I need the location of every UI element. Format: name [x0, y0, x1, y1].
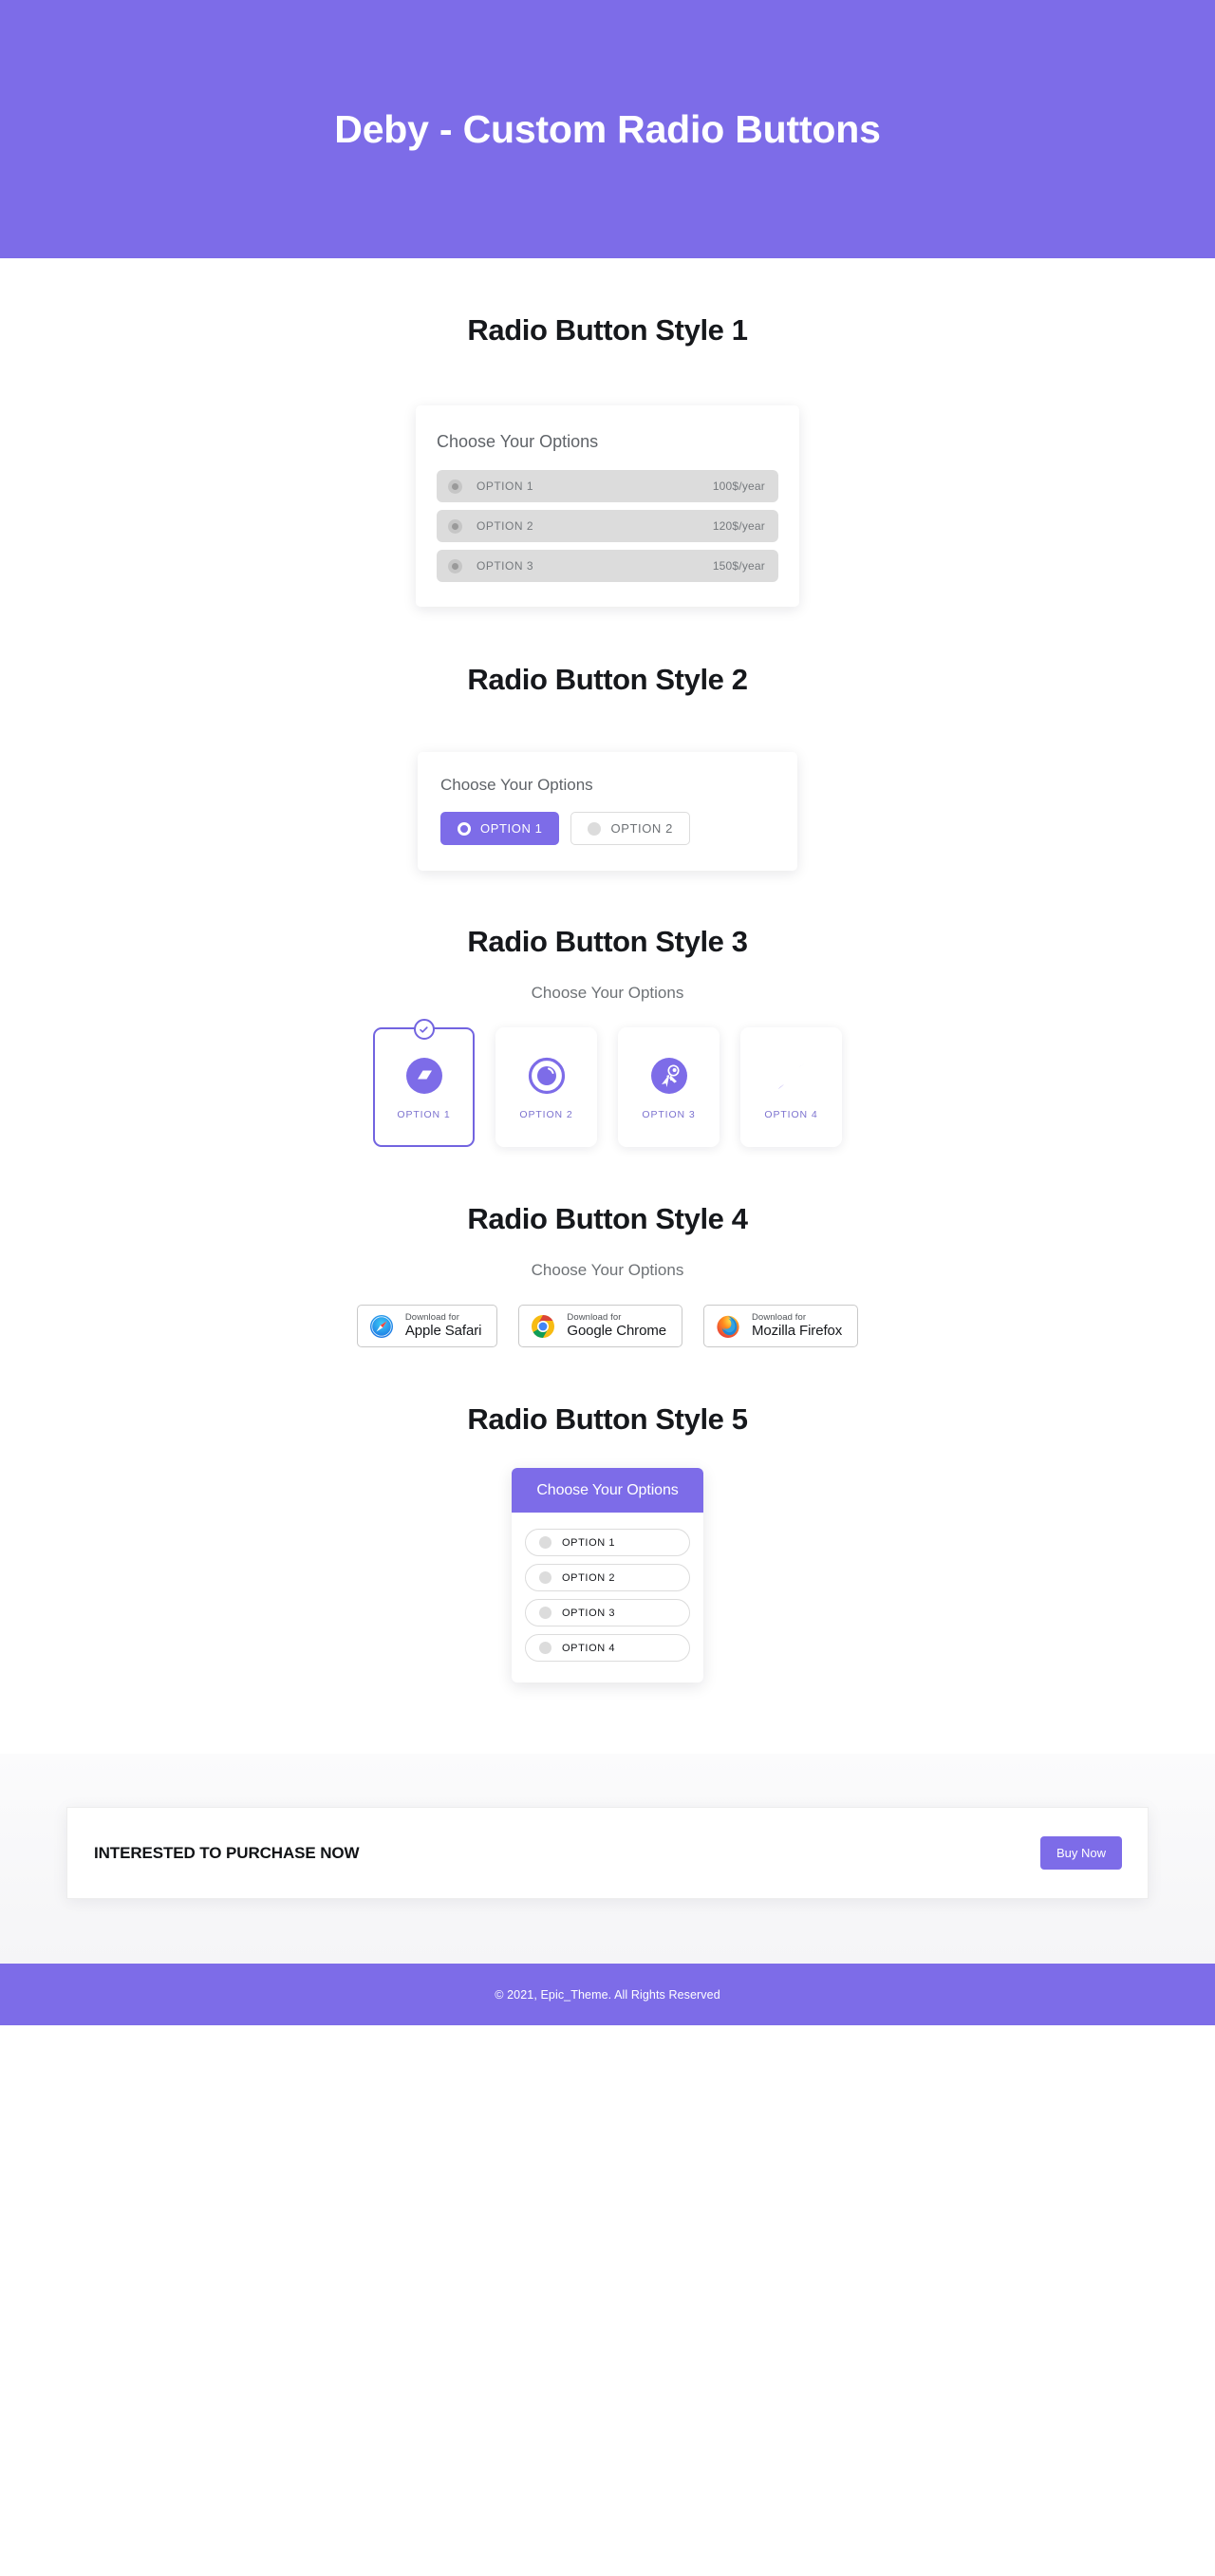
radio-dot-icon	[539, 1536, 551, 1549]
style-2-option-selected[interactable]: OPTION 1	[440, 812, 560, 845]
section-title-style-4: Radio Button Style 4	[467, 1202, 748, 1235]
style-2-option[interactable]: OPTION 2	[570, 812, 690, 845]
section-title-style-3: Radio Button Style 3	[467, 925, 748, 958]
style-4-option-small: Download for	[751, 1311, 807, 1323]
style-3-subtitle: Choose Your Options	[531, 984, 684, 1002]
style-1-option-row[interactable]: OPTION 2 120$/year	[437, 510, 778, 542]
astronaut-badge-icon	[648, 1055, 690, 1097]
section-title-style-2: Radio Button Style 2	[467, 663, 748, 696]
style-2-option-label: OPTION 2	[610, 821, 673, 836]
style-1-option-label: OPTION 3	[477, 559, 534, 573]
section-style-4: Radio Button Style 4 Choose Your Options	[0, 1202, 1215, 1347]
style-5-card: Choose Your Options OPTION 1 OPTION 2 OP…	[512, 1468, 703, 1683]
style-5-option-label: OPTION 4	[562, 1642, 616, 1654]
cta-card: INTERESTED TO PURCHASE NOW Buy Now	[66, 1807, 1149, 1899]
style-5-option[interactable]: OPTION 4	[525, 1634, 690, 1662]
style-3-option-label: OPTION 1	[397, 1108, 451, 1120]
style-4-option-small: Download for	[567, 1311, 622, 1323]
style-2-card-wrap: Choose Your Options OPTION 1 OPTION 2	[0, 752, 1215, 871]
section-title-style-1: Radio Button Style 1	[467, 313, 748, 347]
style-4-option-text: Download for Google Chrome	[567, 1311, 666, 1340]
style-4-option-firefox[interactable]: Download for Mozilla Firefox	[702, 1305, 859, 1347]
firefox-icon	[716, 1314, 740, 1339]
style-5-card-wrap: Choose Your Options OPTION 1 OPTION 2 OP…	[0, 1468, 1215, 1683]
radio-dot-icon[interactable]	[448, 479, 462, 494]
cta-band: INTERESTED TO PURCHASE NOW Buy Now	[0, 1754, 1215, 1964]
radio-ring-icon	[458, 821, 471, 836]
style-3-option[interactable]: OPTION 3	[618, 1027, 720, 1147]
style-3-option[interactable]: OPTION 4	[740, 1027, 842, 1147]
style-4-option-big: Mozilla Firefox	[751, 1322, 843, 1339]
aperture-circle-icon	[526, 1055, 568, 1097]
style-1-option-row[interactable]: OPTION 3 150$/year	[437, 550, 778, 582]
section-style-3: Radio Button Style 3 Choose Your Options…	[0, 925, 1215, 1147]
style-3-option-label: OPTION 2	[519, 1108, 573, 1120]
style-5-option-label: OPTION 3	[562, 1607, 616, 1619]
style-5-card-heading: Choose Your Options	[512, 1468, 703, 1513]
style-5-option[interactable]: OPTION 1	[525, 1529, 690, 1556]
radio-dot-icon	[588, 821, 602, 836]
style-3-options: OPTION 1 OPTION 2 OPTION 3 OPTION 4	[0, 1019, 1215, 1147]
style-3-option[interactable]: OPTION 2	[495, 1027, 597, 1147]
style-4-option-small: Download for	[404, 1311, 460, 1323]
style-5-option[interactable]: OPTION 2	[525, 1564, 690, 1591]
style-3-option-selected[interactable]: OPTION 1	[373, 1019, 475, 1147]
page-title: Deby - Custom Radio Buttons	[334, 106, 881, 151]
safari-icon	[369, 1314, 394, 1339]
style-5-option[interactable]: OPTION 3	[525, 1599, 690, 1626]
style-1-option-row[interactable]: OPTION 1 100$/year	[437, 470, 778, 502]
section-style-2: Radio Button Style 2 Choose Your Options…	[0, 663, 1215, 871]
radio-dot-icon	[539, 1571, 551, 1584]
style-1-option-label: OPTION 2	[477, 519, 534, 533]
style-4-options: Download for Apple Safari Download for G…	[0, 1305, 1215, 1347]
style-5-option-label: OPTION 2	[562, 1571, 616, 1584]
style-2-option-label: OPTION 1	[480, 821, 543, 836]
style-4-option-big: Google Chrome	[567, 1322, 666, 1339]
section-title-style-5: Radio Button Style 5	[467, 1402, 748, 1436]
style-4-option-chrome[interactable]: Download for Google Chrome	[518, 1305, 682, 1347]
buy-now-button[interactable]: Buy Now	[1039, 1836, 1122, 1870]
style-2-card-heading: Choose Your Options	[440, 776, 593, 794]
page-footer: © 2021, Epic_Theme. All Rights Reserved	[0, 1964, 1215, 2025]
style-1-option-price: 120$/year	[712, 519, 765, 533]
radio-dot-icon	[539, 1642, 551, 1654]
style-4-option-big: Apple Safari	[404, 1322, 482, 1339]
style-3-option-label: OPTION 4	[764, 1108, 818, 1120]
style-4-option-safari[interactable]: Download for Apple Safari	[356, 1305, 498, 1347]
radio-dot-icon[interactable]	[448, 518, 462, 534]
style-4-subtitle: Choose Your Options	[531, 1261, 684, 1279]
style-3-option-label: OPTION 3	[642, 1108, 696, 1120]
style-1-option-price: 100$/year	[712, 479, 765, 493]
style-1-card: Choose Your Options OPTION 1 100$/year O…	[416, 405, 799, 607]
parallelogram-badge-icon	[403, 1055, 445, 1097]
radio-dot-icon[interactable]	[448, 558, 462, 573]
style-5-options: OPTION 1 OPTION 2 OPTION 3 OPTION 4	[512, 1513, 703, 1683]
style-2-options: OPTION 1 OPTION 2	[440, 812, 775, 845]
style-5-option-label: OPTION 1	[562, 1536, 616, 1549]
style-1-option-label: OPTION 1	[477, 479, 534, 493]
cta-text: INTERESTED TO PURCHASE NOW	[94, 1843, 360, 1862]
section-style-5: Radio Button Style 5 Choose Your Options…	[0, 1402, 1215, 1683]
chrome-icon	[531, 1314, 555, 1339]
style-1-card-wrap: Choose Your Options OPTION 1 100$/year O…	[0, 405, 1215, 607]
radio-dot-icon	[539, 1607, 551, 1619]
leaf-loop-icon	[771, 1055, 813, 1097]
style-4-option-text: Download for Mozilla Firefox	[751, 1311, 843, 1340]
footer-copyright: © 2021, Epic_Theme. All Rights Reserved	[495, 1987, 720, 2002]
style-2-card: Choose Your Options OPTION 1 OPTION 2	[418, 752, 797, 871]
page-header: Deby - Custom Radio Buttons	[0, 0, 1215, 258]
section-style-1: Radio Button Style 1 Choose Your Options…	[0, 313, 1215, 607]
style-1-option-price: 150$/year	[712, 559, 765, 573]
check-badge-icon	[413, 1019, 435, 1040]
style-1-card-heading: Choose Your Options	[437, 432, 599, 451]
style-4-option-text: Download for Apple Safari	[404, 1311, 482, 1340]
